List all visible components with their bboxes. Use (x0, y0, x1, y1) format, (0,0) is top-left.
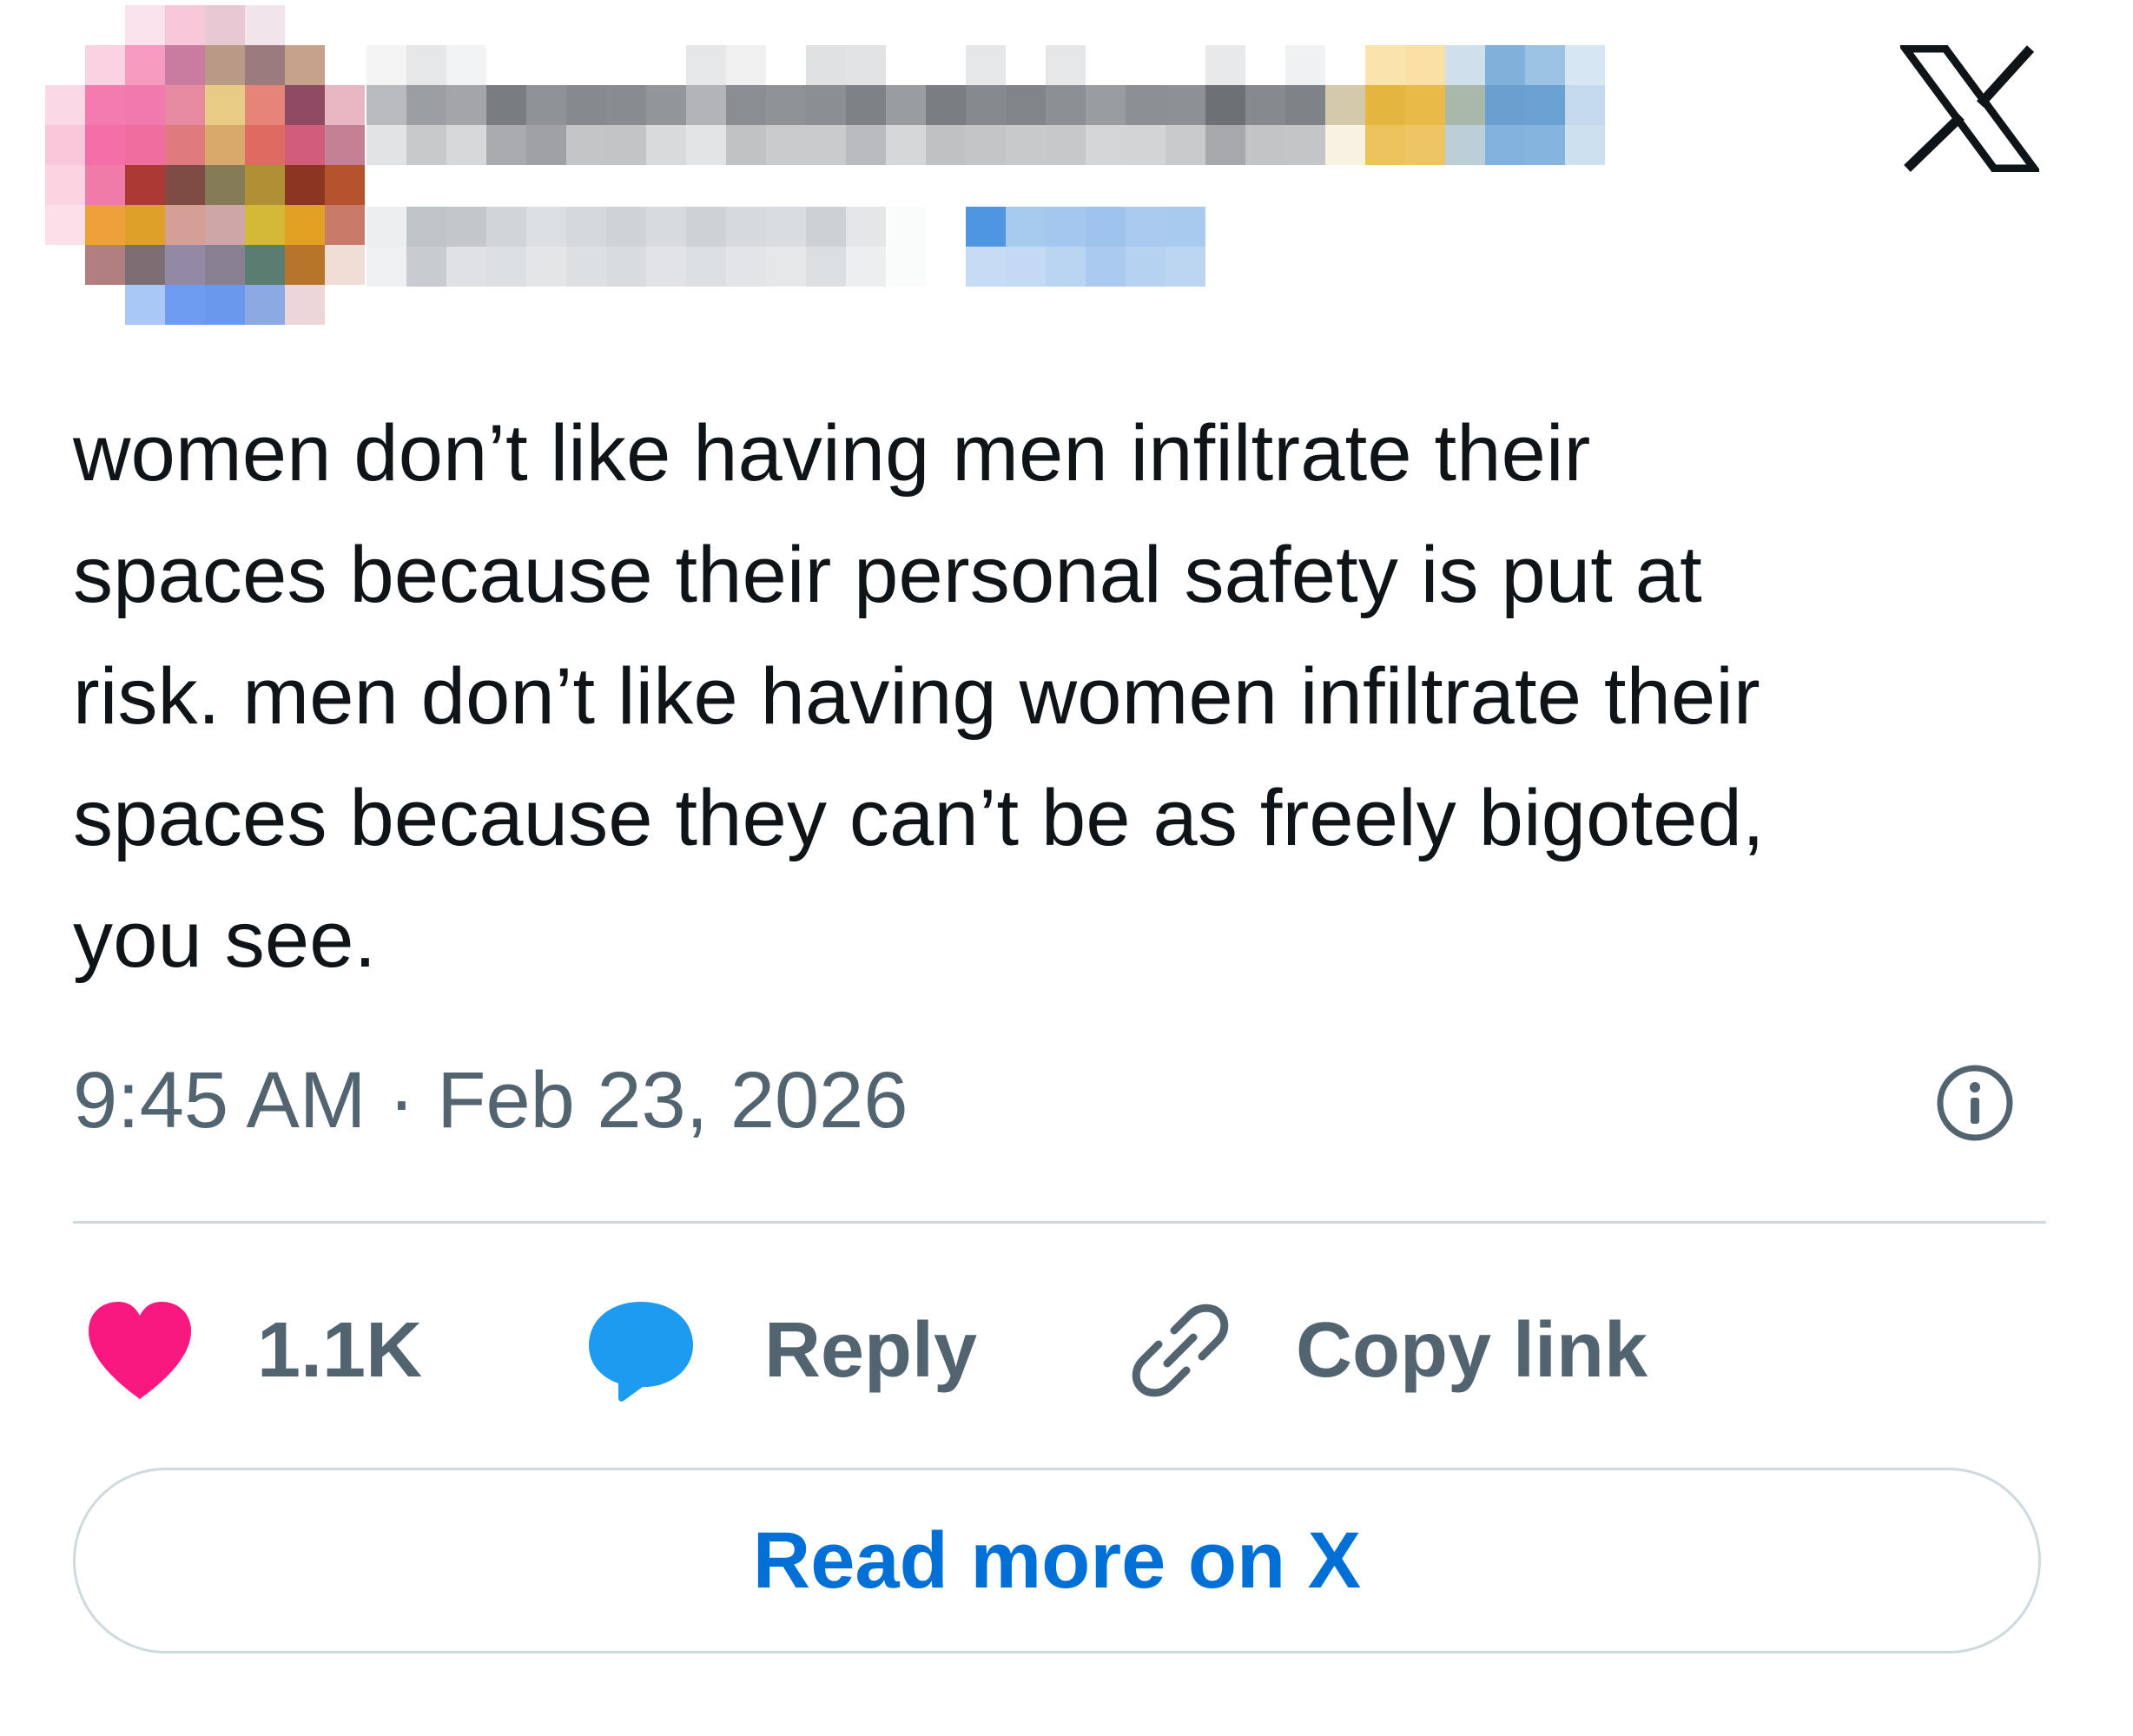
copy-link-button[interactable]: Copy link (1126, 1294, 1648, 1407)
like-count: 1.1K (257, 1306, 423, 1394)
tweet-text-line: risk. men don’t like having women infilt… (73, 652, 1760, 741)
redacted-handle-pixels (367, 207, 1370, 287)
tweet-text: women don’t like having men infiltrate t… (73, 393, 2088, 1000)
tweet-text-line: spaces because they can’t be as freely b… (73, 774, 1765, 862)
link-icon (1126, 1296, 1235, 1405)
tweet-embed-card: women don’t like having men infiltrate t… (0, 0, 2133, 1736)
tweet-timestamp[interactable]: 9:45 AM · Feb 23, 2026 (73, 1053, 908, 1148)
handle-redacted[interactable] (367, 207, 1370, 287)
reply-label: Reply (764, 1306, 978, 1394)
avatar[interactable] (45, 5, 367, 327)
copy-link-label: Copy link (1296, 1306, 1648, 1394)
tweet-text-line: you see. (73, 895, 377, 984)
heart-icon (83, 1298, 196, 1403)
x-logo-icon[interactable] (1898, 44, 2042, 173)
read-more-button[interactable]: Read more on X (73, 1468, 2041, 1653)
divider (73, 1221, 2046, 1224)
tweet-text-line: women don’t like having men infiltrate t… (73, 409, 1591, 498)
speech-bubble-icon (584, 1297, 698, 1404)
like-button[interactable]: 1.1K (83, 1294, 422, 1407)
display-name-redacted[interactable] (367, 45, 1608, 167)
avatar-pixelated-image (45, 5, 365, 325)
info-icon[interactable] (1935, 1063, 2015, 1143)
redacted-name-pixels (367, 45, 1608, 167)
read-more-label: Read more on X (752, 1515, 1362, 1605)
reply-button[interactable]: Reply (584, 1294, 977, 1407)
tweet-text-line: spaces because their personal safety is … (73, 531, 1702, 619)
